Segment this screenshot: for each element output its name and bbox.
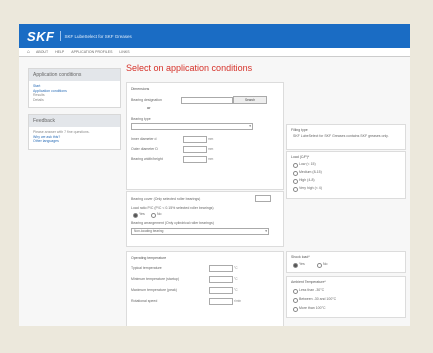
unit-label: r/min — [234, 299, 242, 303]
bearing-arrangement-label: Bearing arrangement (Only cylindrical ro… — [131, 221, 214, 225]
rotational-speed-input[interactable] — [209, 298, 233, 305]
chevron-down-icon: ▾ — [265, 229, 267, 233]
shock-load-no-label: No — [323, 262, 328, 266]
bearing-type-label: Bearing type — [131, 117, 151, 121]
inner-diameter-input[interactable] — [183, 136, 207, 143]
load-high-radio[interactable] — [293, 179, 298, 184]
sidebar-panel-title: Application conditions — [29, 69, 120, 81]
load-title: Load (C/P)* — [291, 155, 310, 159]
load-very-high-radio[interactable] — [293, 187, 298, 192]
nav-about[interactable]: About — [36, 50, 48, 54]
filling-type-text: SKF LubeSelect for SKF Greases contains … — [293, 134, 389, 138]
bearing-arrangement-value: Non-locating bearing — [134, 229, 164, 233]
unit-label: °C — [234, 277, 238, 281]
section-label-dimensions: Dimensions — [131, 87, 150, 91]
unit-label: °C — [234, 288, 238, 292]
ambient-between-radio[interactable] — [293, 298, 298, 303]
sidebar-link-details: Details — [33, 97, 44, 102]
bearing-options-section: Bearing cover (Only selected roller bear… — [126, 191, 284, 247]
section-label-operating: Operating temperature — [131, 256, 167, 260]
inner-diameter-label: Inner diameter d — [131, 137, 157, 141]
main-content: Select on application conditions — [126, 60, 404, 79]
ambient-less-label: Less than -30°C — [299, 288, 325, 292]
filling-type-section: Filling type SKF LubeSelect for SKF Grea… — [286, 124, 406, 150]
bearing-type-select[interactable]: ▾ — [131, 123, 253, 130]
ambient-between-label: Between -30 and 100°C — [299, 297, 337, 301]
typical-temperature-input[interactable] — [209, 265, 233, 272]
bearing-arrangement-select[interactable]: Non-locating bearing ▾ — [131, 228, 269, 235]
shock-load-yes-label: Yes — [299, 262, 305, 266]
shock-load-section: Shock load* Yes No — [286, 251, 406, 273]
maximum-temperature-input[interactable] — [209, 287, 233, 294]
app-header: SKF SKF LubeSelect for SKF Greases — [19, 24, 410, 48]
sidebar-panel-title: Feedback — [29, 115, 120, 127]
load-low-label: Low (< 15) — [299, 162, 316, 166]
unit-label: mm — [208, 147, 214, 151]
filling-type-title: Filling type — [291, 128, 308, 132]
feedback-link-languages[interactable]: Other languages — [33, 139, 116, 144]
maximum-temperature-label: Maximum temperature (peak) — [131, 288, 177, 292]
nav-help[interactable]: Help — [55, 50, 64, 54]
shock-load-title: Shock load* — [291, 255, 310, 259]
load-ratio-yes-label: Yes — [139, 212, 145, 216]
unit-label: mm — [208, 157, 214, 161]
shock-load-no-radio[interactable] — [317, 263, 322, 268]
load-low-radio[interactable] — [293, 163, 298, 168]
nav-links[interactable]: Links — [119, 50, 129, 54]
bearing-cover-input[interactable] — [255, 195, 271, 202]
nav-application-profiles[interactable]: Application profiles — [71, 50, 112, 54]
skf-logo: SKF — [27, 28, 55, 44]
typical-temperature-label: Typical temperature — [131, 266, 162, 270]
load-medium-radio[interactable] — [293, 171, 298, 176]
load-ratio-no-label: No — [157, 212, 162, 216]
page-title: Select on application conditions — [126, 63, 253, 73]
ambient-temperature-section: Ambient Temperature* Less than -30°C Bet… — [286, 276, 406, 318]
or-label: or — [147, 106, 151, 110]
rotational-speed-label: Rotational speed — [131, 299, 158, 303]
bearing-cover-label: Bearing cover (Only selected roller bear… — [131, 197, 201, 201]
ambient-temperature-title: Ambient Temperature* — [291, 280, 326, 284]
operating-temperature-section: Operating temperature Typical temperatur… — [126, 251, 284, 326]
load-medium-label: Medium (8-15) — [299, 170, 322, 174]
ambient-more-radio[interactable] — [293, 307, 298, 312]
dimensions-section: Dimensions Bearing designation Search or… — [126, 82, 284, 190]
minimum-temperature-label: Minimum temperature (startup) — [131, 277, 180, 281]
load-ratio-yes-radio[interactable] — [133, 213, 138, 218]
bearing-width-label: Bearing width/height — [131, 157, 163, 161]
outer-diameter-label: Outer diameter D — [131, 147, 158, 151]
bearing-designation-label: Bearing designation — [131, 98, 162, 102]
ambient-less-radio[interactable] — [293, 289, 298, 294]
outer-diameter-input[interactable] — [183, 146, 207, 153]
load-section: Load (C/P)* Low (< 15) Medium (8-15) Hig… — [286, 151, 406, 199]
chevron-down-icon: ▾ — [249, 124, 251, 128]
load-ratio-label: Load ratio P/C (P/C < 0.15% selected rol… — [131, 206, 214, 210]
bearing-designation-input[interactable] — [181, 97, 233, 104]
minimum-temperature-input[interactable] — [209, 276, 233, 283]
load-ratio-no-radio[interactable] — [151, 213, 156, 218]
sidebar-panel-feedback: Feedback Please answer with 7 fine quest… — [28, 114, 121, 150]
logo-divider — [59, 31, 61, 41]
search-button[interactable]: Search — [233, 96, 267, 104]
unit-label: mm — [208, 137, 214, 141]
shock-load-yes-radio[interactable] — [293, 263, 298, 268]
app-title: SKF LubeSelect for SKF Greases — [64, 33, 132, 39]
home-icon[interactable]: ⌂ — [27, 49, 30, 55]
bearing-width-input[interactable] — [183, 156, 207, 163]
unit-label: °C — [234, 266, 238, 270]
ambient-more-label: More than 100°C — [299, 306, 326, 310]
top-nav: ⌂ About Help Application profiles Links — [19, 48, 410, 57]
sidebar: Application conditions Start Application… — [28, 68, 121, 156]
load-high-label: High (4-8) — [299, 178, 315, 182]
app-window: SKF SKF LubeSelect for SKF Greases ⌂ Abo… — [19, 24, 410, 326]
sidebar-panel-application: Application conditions Start Application… — [28, 68, 121, 108]
load-very-high-label: Very high (< 4) — [299, 186, 322, 190]
